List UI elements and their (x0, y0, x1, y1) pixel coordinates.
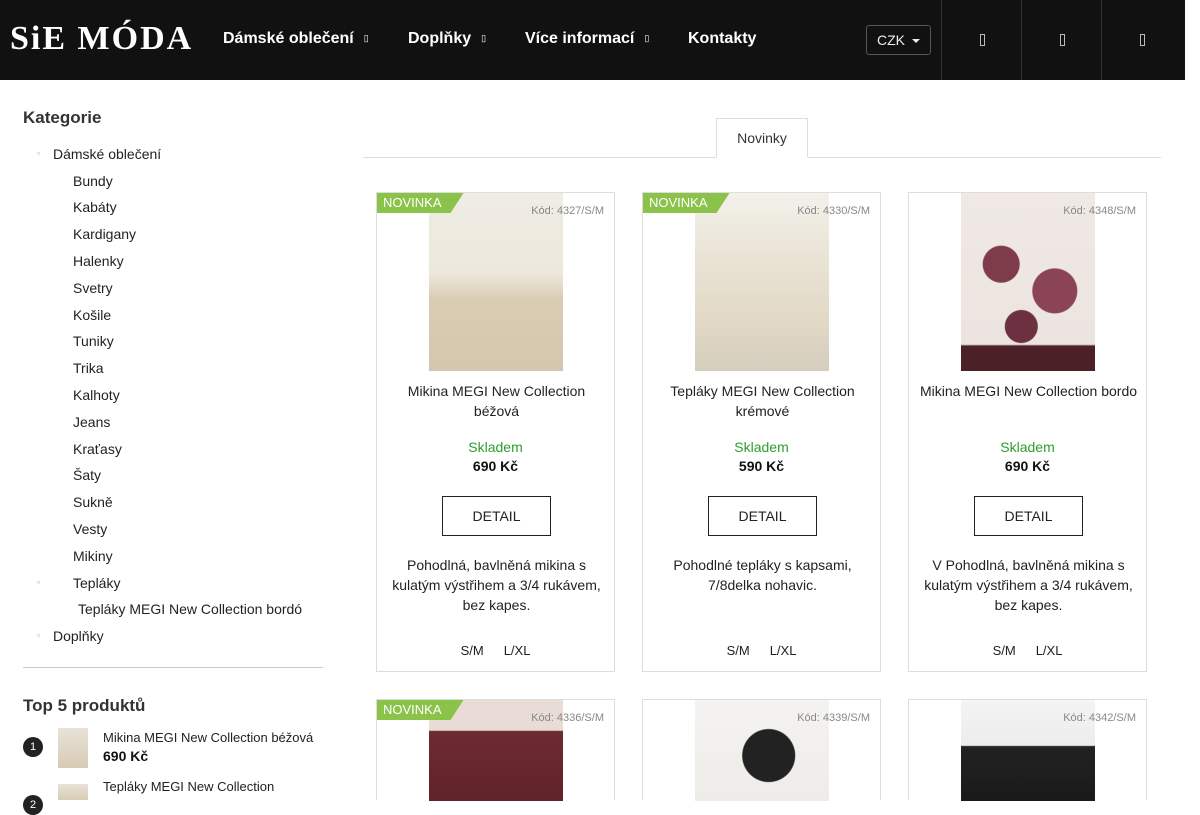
stock-status: Skladem (468, 439, 523, 455)
product-price: 590 Kč (738, 458, 785, 474)
cart-icon (1140, 34, 1145, 46)
search-icon (980, 34, 985, 46)
category-sukne[interactable]: Sukně (73, 494, 113, 510)
detail-button[interactable]: DETAIL (708, 496, 817, 536)
bullet-icon: ▫ (37, 631, 40, 640)
nav-damske-obleceni[interactable]: Dámské oblečení ▯ (223, 30, 369, 48)
category-tuniky[interactable]: Tuniky (73, 333, 114, 349)
bullet-icon: ▫ (37, 578, 40, 587)
size-option[interactable]: S/M (727, 643, 750, 658)
detail-button[interactable]: DETAIL (974, 496, 1083, 536)
search-button[interactable] (941, 0, 1021, 80)
product-card[interactable]: NOVINKA Kód: 4330/S/M Tepláky MEGI New C… (642, 192, 881, 672)
top-product-price: 690 Kč (103, 748, 149, 764)
product-card[interactable]: Kód: 4348/S/M Mikina MEGI New Collection… (908, 192, 1147, 672)
category-kosile[interactable]: Košile (73, 307, 111, 323)
category-doplnky[interactable]: Doplňky (53, 628, 104, 644)
caret-icon: ▯ (481, 33, 487, 43)
size-option[interactable]: L/XL (770, 643, 797, 658)
category-damske-obleceni[interactable]: Dámské oblečení (53, 146, 161, 162)
product-code: Kód: 4342/S/M (1063, 712, 1136, 724)
size-option[interactable]: S/M (993, 643, 1016, 658)
size-option[interactable]: L/XL (504, 643, 531, 658)
category-kratasy[interactable]: Kraťasy (73, 441, 122, 457)
product-code: Kód: 4348/S/M (1063, 205, 1136, 217)
top-product-name[interactable]: Tepláky MEGI New Collection (103, 779, 274, 794)
product-card[interactable]: NOVINKA Kód: 4336/S/M (376, 699, 615, 801)
size-list: S/M L/XL (643, 643, 880, 658)
new-badge: NOVINKA (377, 700, 464, 720)
site-logo[interactable]: SiE MÓDA (10, 20, 193, 58)
category-halenky[interactable]: Halenky (73, 253, 124, 269)
nav-label: Kontakty (688, 30, 757, 47)
size-list: S/M L/XL (909, 643, 1146, 658)
product-code: Kód: 4327/S/M (531, 205, 604, 217)
category-bundy[interactable]: Bundy (73, 173, 113, 189)
rank-badge: 1 (23, 737, 43, 757)
caret-icon: ▯ (363, 33, 369, 43)
product-description: Pohodlné tepláky s kapsami, 7/8delka noh… (673, 557, 852, 593)
category-teplaky-megi-bordo[interactable]: Tepláky MEGI New Collection bordó (78, 601, 302, 617)
product-name[interactable]: Mikina MEGI New Collection béžová (387, 381, 606, 421)
nav-label: Více informací (525, 30, 635, 47)
new-badge: NOVINKA (643, 193, 730, 213)
top5-title: Top 5 produktů (23, 696, 146, 715)
product-card[interactable]: NOVINKA Kód: 4327/S/M Mikina MEGI New Co… (376, 192, 615, 672)
chevron-down-icon (912, 39, 920, 43)
currency-value: CZK (877, 32, 905, 48)
category-saty[interactable]: Šaty (73, 467, 101, 483)
user-button[interactable] (1021, 0, 1101, 80)
product-name[interactable]: Mikina MEGI New Collection bordo (919, 381, 1138, 401)
product-photo[interactable] (695, 193, 829, 371)
category-svetry[interactable]: Svetry (73, 280, 113, 296)
product-description: Pohodlná, bavlněná mikina s kulatým výst… (392, 557, 601, 613)
caret-icon: ▯ (644, 33, 650, 43)
category-kardigany[interactable]: Kardigany (73, 226, 136, 242)
bullet-icon: ▫ (37, 149, 40, 158)
stock-status: Skladem (734, 439, 789, 455)
category-mikiny[interactable]: Mikiny (73, 548, 113, 564)
size-option[interactable]: L/XL (1036, 643, 1063, 658)
product-card[interactable]: Kód: 4339/S/M (642, 699, 881, 801)
size-option[interactable]: S/M (461, 643, 484, 658)
nav-doplnky[interactable]: Doplňky ▯ (408, 30, 486, 48)
cart-button[interactable] (1101, 0, 1181, 80)
category-trika[interactable]: Trika (73, 360, 104, 376)
product-code: Kód: 4339/S/M (797, 712, 870, 724)
user-icon (1060, 34, 1065, 46)
category-kabaty[interactable]: Kabáty (73, 199, 117, 215)
product-thumbnail[interactable] (58, 728, 88, 768)
product-price: 690 Kč (472, 458, 519, 474)
nav-vice-informaci[interactable]: Více informací ▯ (525, 30, 649, 48)
detail-button[interactable]: DETAIL (442, 496, 551, 536)
nav-kontakty[interactable]: Kontakty (688, 30, 756, 48)
sidebar-divider (23, 667, 323, 668)
product-thumbnail[interactable] (58, 784, 88, 800)
nav-label: Dámské oblečení (223, 30, 354, 47)
product-card[interactable]: Kód: 4342/S/M (908, 699, 1147, 801)
product-photo[interactable] (961, 193, 1095, 371)
top-product-name[interactable]: Mikina MEGI New Collection béžová (103, 730, 313, 745)
product-name[interactable]: Tepláky MEGI New Collection krémové (653, 381, 872, 421)
site-header: SiE MÓDA Dámské oblečení ▯ Doplňky ▯ Více … (0, 0, 1185, 80)
product-code: Kód: 4336/S/M (531, 712, 604, 724)
currency-select[interactable]: CZK (866, 25, 931, 55)
new-badge: NOVINKA (377, 193, 464, 213)
product-photo[interactable] (429, 193, 563, 371)
rank-badge: 2 (23, 795, 43, 815)
size-list: S/M L/XL (377, 643, 614, 658)
product-description: V Pohodlná, bavlněná mikina s kulatým vý… (924, 557, 1133, 613)
product-code: Kód: 4330/S/M (797, 205, 870, 217)
category-vesty[interactable]: Vesty (73, 521, 107, 537)
categories-title: Kategorie (23, 108, 102, 127)
category-teplaky[interactable]: Tepláky (73, 575, 120, 591)
category-jeans[interactable]: Jeans (73, 414, 110, 430)
stock-status: Skladem (1000, 439, 1055, 455)
nav-label: Doplňky (408, 30, 472, 47)
tab-novinky[interactable]: Novinky (716, 118, 808, 158)
product-price: 690 Kč (1004, 458, 1051, 474)
sidebar: Kategorie ▫ Dámské oblečení Bundy Kabáty… (23, 108, 323, 815)
category-kalhoty[interactable]: Kalhoty (73, 387, 120, 403)
